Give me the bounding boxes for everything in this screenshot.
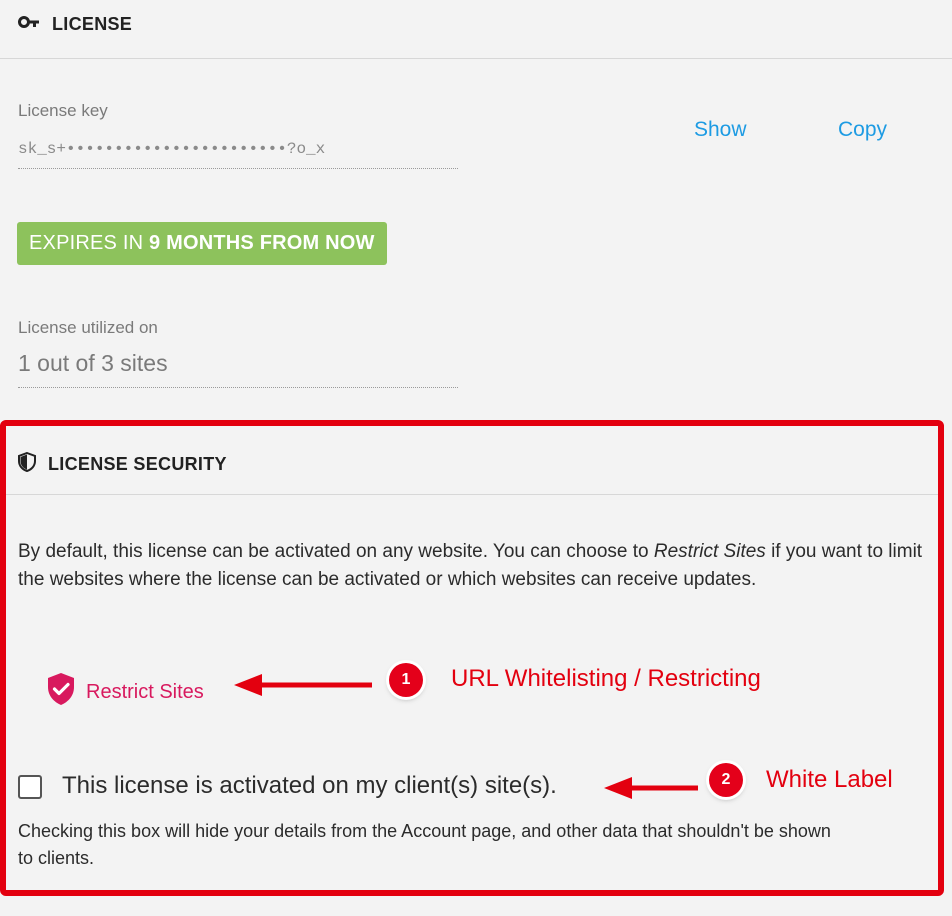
expiration-badge: EXPIRES IN 9 MONTHS FROM NOW bbox=[17, 222, 387, 265]
license-utilized-value-wrap: 1 out of 3 sites bbox=[18, 350, 458, 388]
restrict-sites-button[interactable]: Restrict Sites bbox=[46, 672, 204, 712]
key-icon bbox=[18, 15, 40, 34]
security-description: By default, this license can be activate… bbox=[18, 538, 933, 594]
shield-icon bbox=[18, 451, 36, 477]
license-header: LICENSE bbox=[18, 14, 132, 35]
license-key-text: sk_s+•••••••••••••••••••••••?o_x bbox=[18, 140, 326, 158]
client-sites-help: Checking this box will hide your details… bbox=[18, 821, 831, 868]
annotation-arrow-1 bbox=[234, 674, 372, 696]
annotation-text-1: URL Whitelisting / Restricting bbox=[451, 665, 761, 692]
expires-duration: 9 MONTHS FROM NOW bbox=[149, 232, 375, 254]
annotation-arrow-2 bbox=[604, 777, 698, 799]
copy-key-link[interactable]: Copy bbox=[838, 118, 887, 142]
security-header-divider bbox=[6, 494, 938, 495]
license-utilized-value: 1 out of 3 sites bbox=[18, 350, 168, 376]
license-utilized-label: License utilized on bbox=[18, 318, 158, 337]
license-key-value: sk_s+•••••••••••••••••••••••?o_x bbox=[18, 140, 458, 169]
license-key-label: License key bbox=[18, 101, 108, 120]
client-sites-checkbox[interactable] bbox=[18, 775, 42, 799]
shield-check-icon bbox=[46, 672, 76, 712]
license-title: LICENSE bbox=[52, 14, 133, 34]
annotation-text-2: White Label bbox=[766, 766, 893, 793]
expires-prefix: EXPIRES IN bbox=[29, 232, 150, 254]
description-italic: Restrict Sites bbox=[653, 541, 766, 562]
security-header: LICENSE SECURITY bbox=[18, 451, 227, 477]
client-sites-label[interactable]: This license is activated on my client(s… bbox=[62, 772, 557, 800]
license-header-divider bbox=[0, 58, 952, 59]
description-part1: By default, this license can be activate… bbox=[18, 541, 654, 562]
show-key-link[interactable]: Show bbox=[694, 118, 747, 142]
annotation-badge-1: 1 bbox=[389, 663, 423, 697]
annotation-badge-2: 2 bbox=[709, 763, 743, 797]
security-title: LICENSE SECURITY bbox=[48, 454, 227, 474]
restrict-sites-label: Restrict Sites bbox=[86, 680, 204, 703]
